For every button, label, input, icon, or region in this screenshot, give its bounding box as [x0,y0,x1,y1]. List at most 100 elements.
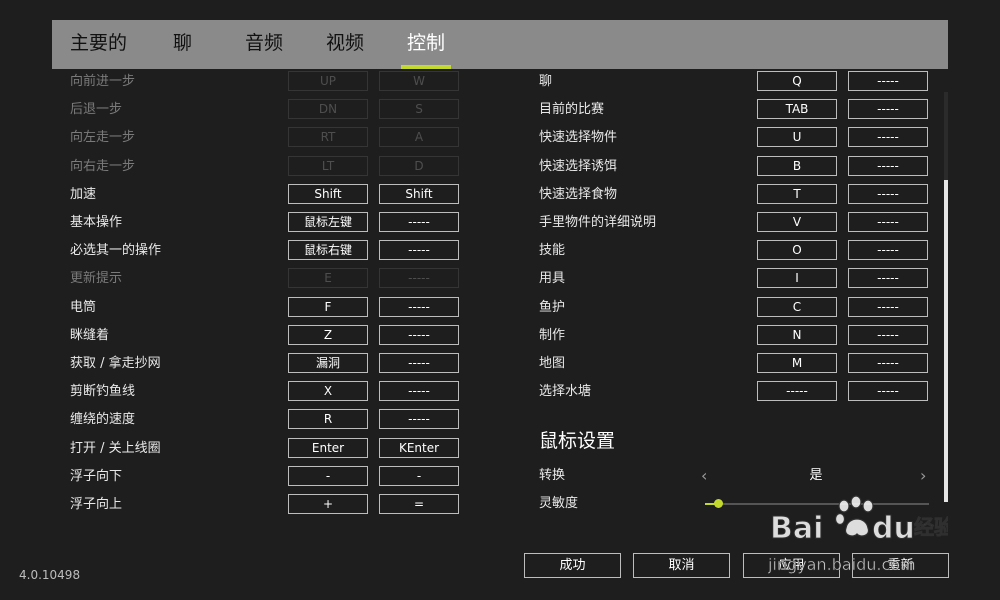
invert-toggle-row: 转换 [539,465,939,487]
invert-toggle-value: 是 [809,468,823,483]
tab-main[interactable]: 主要的 [70,20,127,69]
invert-toggle-label: 转换 [539,468,566,483]
cancel-button[interactable]: 取消 [633,553,730,578]
secondary-key-button: ----- [379,268,459,289]
secondary-key-button[interactable]: ----- [379,212,459,232]
primary-key-button[interactable]: F [288,296,368,317]
primary-key-button[interactable]: V [757,212,837,232]
secondary-key-button[interactable]: ----- [848,268,928,289]
tab-audio[interactable]: 音频 [245,20,283,69]
left-keybinding-row: 缠绕的速度 R ----- [70,409,459,431]
secondary-key-button[interactable]: = [379,494,459,514]
primary-key-button[interactable]: Shift [288,183,368,204]
primary-key-button[interactable]: B [757,155,837,176]
tab-bar: 主要的 聊 音频 视频 控制 [52,20,948,69]
secondary-key-button[interactable]: ----- [848,296,928,317]
primary-key-button[interactable]: TAB [757,99,837,120]
right-keybinding-row: 快速选择诱饵 B ----- [539,155,928,178]
secondary-key-button[interactable]: ----- [379,324,459,345]
secondary-key-button[interactable]: ----- [848,127,928,148]
primary-key-button[interactable]: Q [757,71,837,91]
secondary-key-button[interactable]: ----- [848,381,928,402]
right-keybinding-row: 用具 I ----- [539,268,928,290]
sensitivity-slider[interactable] [705,499,929,508]
right-keybinding-row: 地图 M ----- [539,353,928,375]
primary-key-button[interactable]: ----- [757,381,837,402]
right-keybinding-row: 目前的比赛 TAB ----- [539,99,928,121]
primary-key-button[interactable]: M [757,353,837,373]
secondary-key-button[interactable]: ----- [379,240,459,261]
chevron-left-icon[interactable]: ‹ [701,465,707,487]
secondary-key-button[interactable]: ----- [848,324,928,345]
left-keybinding-row: 后退一步 DN S [70,99,459,121]
primary-key-button[interactable]: Enter [288,437,368,458]
right-keybinding-row: 聊 Q ----- [539,71,928,93]
keybinding-label: 聊 [539,74,553,89]
secondary-key-button[interactable]: ----- [379,409,459,430]
sensitivity-slider-handle[interactable] [714,499,724,508]
primary-key-button[interactable]: 漏洞 [288,353,368,373]
secondary-key-button: A [379,127,459,148]
left-keybinding-row: 打开 / 关上线圈 Enter KEnter [70,437,459,460]
keybinding-label: 剪断钓鱼线 [70,384,136,400]
secondary-key-button[interactable]: Shift [379,183,459,204]
primary-key-button[interactable]: Z [288,324,368,345]
left-keybinding-row: 基本操作 鼠标左键 ----- [70,212,459,234]
mouse-settings-title: 鼠标设置 [539,430,616,452]
keybinding-label: 快速选择食物 [539,186,618,202]
keybinding-label: 打开 / 关上线圈 [70,440,161,456]
primary-key-button[interactable]: I [757,268,837,289]
secondary-key-button[interactable]: ----- [379,296,459,317]
secondary-key-button[interactable]: ----- [848,353,928,373]
primary-key-button: UP [288,71,368,91]
primary-key-button[interactable]: U [757,127,837,148]
primary-key-button[interactable]: C [757,296,837,317]
success-button[interactable]: 成功 [524,553,621,578]
secondary-key-button[interactable]: ----- [848,71,928,91]
scrollbar[interactable] [944,92,948,502]
tab-video[interactable]: 视频 [326,20,364,69]
secondary-key-button[interactable]: ----- [848,99,928,120]
secondary-key-button[interactable]: ----- [379,381,459,402]
right-keybinding-row: 选择水塘 ----- ----- [539,381,928,403]
secondary-key-button[interactable]: KEnter [379,437,459,458]
primary-key-button[interactable]: R [288,409,368,430]
secondary-key-button[interactable]: - [379,465,459,486]
apply-button[interactable]: 应用 [743,553,840,578]
left-keybinding-row: 剪断钓鱼线 X ----- [70,381,459,403]
primary-key-button: E [288,268,368,289]
secondary-key-button: D [379,155,459,176]
primary-key-button[interactable]: X [288,381,368,402]
primary-key-button[interactable]: T [757,183,837,204]
tab-chat[interactable]: 聊 [173,20,192,69]
keybinding-label: 向右走一步 [70,158,136,174]
primary-key-button[interactable]: 鼠标右键 [288,240,368,261]
primary-key-button[interactable]: O [757,240,837,261]
keybinding-label: 技能 [539,243,566,259]
tab-controls[interactable]: 控制 [401,20,452,69]
left-keybinding-row: 浮子向下 - - [70,465,459,488]
keybinding-label: 眯缝着 [70,327,110,343]
secondary-key-button[interactable]: ----- [848,183,928,204]
svg-text:Bai: Bai [770,511,823,546]
left-keybinding-row: 向左走一步 RT A [70,127,459,149]
secondary-key-button[interactable]: ----- [848,155,928,176]
secondary-key-button[interactable]: ----- [379,353,459,373]
right-keybinding-row: 鱼护 C ----- [539,296,928,319]
primary-key-button[interactable]: - [288,465,368,486]
keybinding-label: 向左走一步 [70,130,136,146]
chevron-right-icon[interactable]: › [920,465,926,487]
scrollbar-thumb[interactable] [944,180,948,502]
active-tab-underline [401,65,452,69]
primary-key-button[interactable]: N [757,324,837,345]
left-keybinding-row: 向右走一步 LT D [70,155,459,178]
keybinding-label: 加速 [70,186,97,202]
secondary-key-button[interactable]: ----- [848,212,928,232]
keybinding-label: 基本操作 [70,215,123,230]
primary-key-button[interactable]: 鼠标左键 [288,212,368,232]
primary-key-button[interactable]: + [288,494,368,514]
version-label: 4.0.10498 [19,568,81,582]
keybinding-label: 鱼护 [539,299,566,315]
secondary-key-button[interactable]: ----- [848,240,928,261]
reset-button[interactable]: 重新 [852,553,949,578]
